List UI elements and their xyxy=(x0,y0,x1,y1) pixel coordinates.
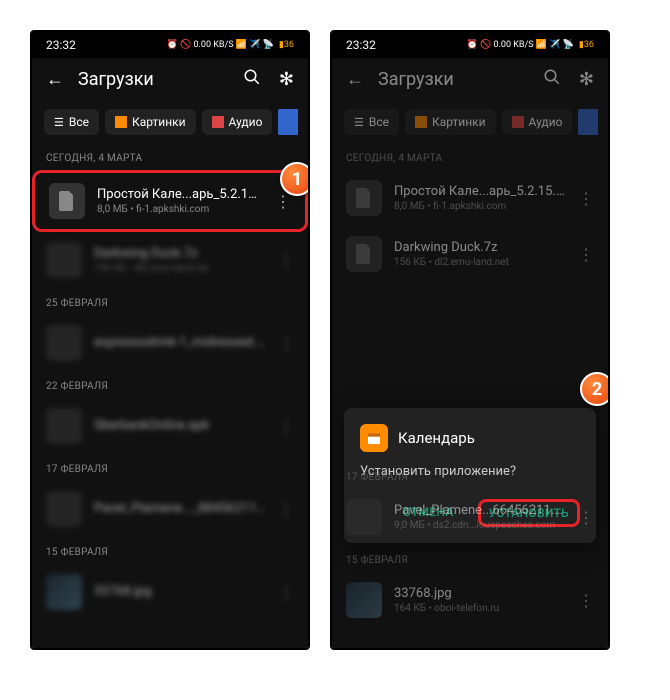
chip-all[interactable]: ☰Все xyxy=(44,109,99,135)
thumbnail-icon xyxy=(346,582,382,618)
more-icon[interactable]: ⋮ xyxy=(578,508,594,527)
chip-more[interactable] xyxy=(578,109,598,135)
file-row-highlighted[interactable]: Простой Кале...арь_5.2.15.apk 8,0 МБ • f… xyxy=(32,170,308,232)
chip-images[interactable]: Картинки xyxy=(105,109,196,135)
file-row[interactable]: Darkwing Duck.7z 156 КБ • dl2.emu-land.n… xyxy=(32,232,308,288)
more-icon[interactable]: ⋮ xyxy=(278,251,294,270)
file-list: СЕГОДНЯ, 4 МАРТА Простой Кале...арь_5.2.… xyxy=(332,143,608,648)
status-time: 23:32 xyxy=(346,38,376,52)
file-icon xyxy=(46,242,82,278)
back-icon[interactable]: ← xyxy=(46,69,64,90)
thumbnail-icon xyxy=(46,574,82,610)
section-label: СЕГОДНЯ, 4 МАРТА xyxy=(332,143,608,170)
status-icons: ⏰ 🚫 0.00 KB/S 📶 ✈️ 📡 ▮36 xyxy=(467,40,594,50)
more-icon[interactable]: ⋮ xyxy=(578,245,594,264)
more-icon[interactable]: ⋮ xyxy=(278,417,294,436)
file-row[interactable]: Простой Кале...арь_5.2.15.apk 8,0 МБ • f… xyxy=(332,170,608,226)
search-icon[interactable] xyxy=(243,68,261,91)
screenshot-right: 2 23:32 ⏰ 🚫 0.00 KB/S 📶 ✈️ 📡 ▮36 ← Загру… xyxy=(330,30,610,650)
filter-chips: ☰Все Картинки Аудио xyxy=(332,101,608,143)
file-name: Простой Кале...арь_5.2.15.apk xyxy=(97,187,263,202)
more-icon[interactable]: ⋮ xyxy=(578,591,594,610)
step-callout-1: 1 xyxy=(280,162,310,196)
file-icon xyxy=(49,183,85,219)
status-bar: 23:32 ⏰ 🚫 0.00 KB/S 📶 ✈️ 📡 ▮36 xyxy=(32,32,308,58)
step-callout-2: 2 xyxy=(580,372,610,406)
file-row[interactable]: Pavel_Plamene..._88456211.mp3 ⋮ xyxy=(32,481,308,537)
file-row[interactable]: espressodrink-1_midressed.ru.apk ⋮ xyxy=(32,315,308,371)
filter-chips: ☰Все Картинки Аудио xyxy=(32,101,308,143)
back-icon[interactable]: ← xyxy=(346,69,364,90)
chip-audio[interactable]: Аудио xyxy=(202,109,273,135)
more-icon[interactable]: ⋮ xyxy=(278,583,294,602)
status-icons: ⏰ 🚫 0.00 KB/S 📶 ✈️ 📡 ▮36 xyxy=(167,40,294,50)
file-row[interactable]: Pavel_Plamene...66456211.mp3 9,0 МБ • ds… xyxy=(332,489,608,545)
battery-icon: ▮36 xyxy=(579,40,594,50)
chip-all[interactable]: ☰Все xyxy=(344,109,399,135)
more-icon[interactable]: ⋮ xyxy=(578,189,594,208)
file-row[interactable]: Darkwing Duck.7z 156 КБ • dl2.emu-land.n… xyxy=(332,226,608,282)
more-icon[interactable]: ⋮ xyxy=(275,192,291,211)
section-label: СЕГОДНЯ, 4 МАРТА xyxy=(32,143,308,170)
battery-icon: ▮36 xyxy=(279,40,294,50)
file-icon xyxy=(46,325,82,361)
file-row[interactable]: 33768.jpg ⋮ xyxy=(32,564,308,620)
status-bar: 23:32 ⏰ 🚫 0.00 KB/S 📶 ✈️ 📡 ▮36 xyxy=(332,32,608,58)
file-icon xyxy=(346,180,382,216)
section-label: 15 ФЕВРАЛЯ xyxy=(32,537,308,564)
file-icon xyxy=(346,236,382,272)
more-icon[interactable]: ⋮ xyxy=(278,334,294,353)
page-title: Загрузки xyxy=(378,69,529,90)
section-label: 22 ФЕВРАЛЯ xyxy=(32,371,308,398)
section-label: 25 ФЕВРАЛЯ xyxy=(32,288,308,315)
file-icon xyxy=(46,491,82,527)
file-meta: 8,0 МБ • fi-1.apkshki.com xyxy=(97,204,263,215)
search-icon[interactable] xyxy=(543,68,561,91)
dialog-title: Календарь xyxy=(398,429,475,447)
screenshot-left: 1 23:32 ⏰ 🚫 0.00 KB/S 📶 ✈️ 📡 ▮36 ← Загру… xyxy=(30,30,310,650)
gear-icon[interactable]: ✻ xyxy=(279,69,294,90)
file-icon xyxy=(346,499,382,535)
file-list: СЕГОДНЯ, 4 МАРТА Простой Кале...арь_5.2.… xyxy=(32,143,308,648)
chip-images[interactable]: Картинки xyxy=(405,109,496,135)
status-time: 23:32 xyxy=(46,38,76,52)
more-icon[interactable]: ⋮ xyxy=(278,500,294,519)
file-row[interactable]: SberbankOnline.apk ⋮ xyxy=(32,398,308,454)
chip-more[interactable] xyxy=(278,109,298,135)
file-row[interactable]: 33768.jpg 164 КБ • oboi-telefon.ru ⋮ xyxy=(332,572,608,628)
section-label: 17 ФЕВРАЛЯ xyxy=(332,462,608,489)
app-header: ← Загрузки ✻ xyxy=(332,58,608,101)
app-header: ← Загрузки ✻ xyxy=(32,58,308,101)
gear-icon[interactable]: ✻ xyxy=(579,69,594,90)
calendar-icon xyxy=(360,424,388,452)
file-icon xyxy=(46,408,82,444)
page-title: Загрузки xyxy=(78,69,229,90)
section-label: 17 ФЕВРАЛЯ xyxy=(32,454,308,481)
chip-audio[interactable]: Аудио xyxy=(502,109,573,135)
section-label: 15 ФЕВРАЛЯ xyxy=(332,545,608,572)
